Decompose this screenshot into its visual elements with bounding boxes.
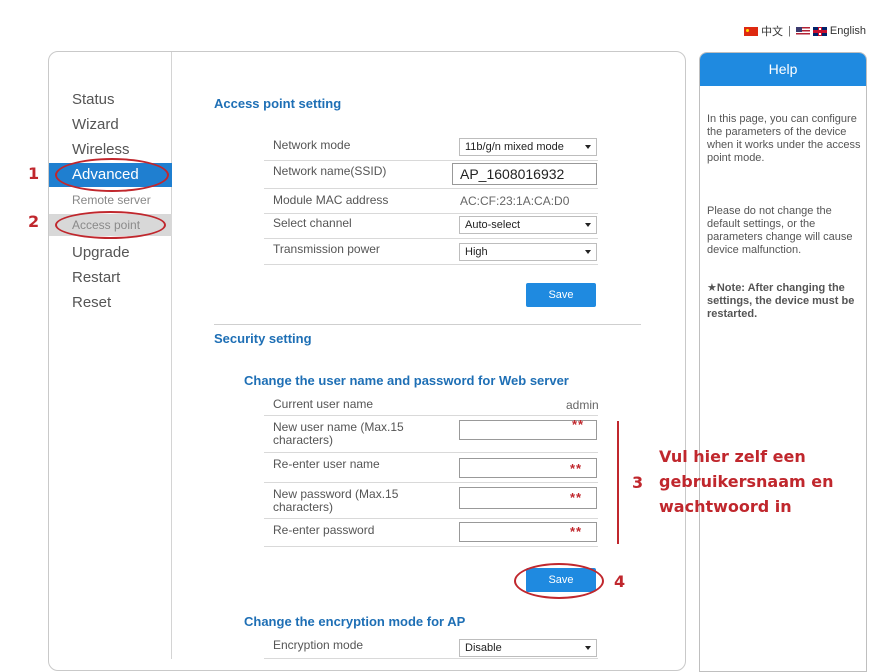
uk-flag-icon[interactable] [812, 26, 827, 36]
required-marker: ** [570, 461, 583, 476]
china-flag-icon[interactable] [744, 26, 759, 36]
nav-restart[interactable]: Restart [49, 266, 172, 290]
annotation-ellipse-advanced [55, 158, 169, 192]
encryption-value: Disable [465, 642, 502, 654]
help-paragraph-1: In this page, you can configure the para… [707, 113, 861, 164]
power-label: Transmission power [273, 242, 380, 256]
help-paragraph-2: Please do not change the default setting… [707, 205, 853, 256]
annotation-number-4: 4 [614, 572, 626, 591]
language-switcher: 中文 | English [744, 23, 866, 39]
chevron-down-icon [585, 250, 591, 254]
security-title: Security setting [214, 331, 312, 346]
network-mode-select[interactable]: 11b/g/n mixed mode [459, 138, 597, 156]
required-marker: ** [572, 417, 585, 432]
power-select[interactable]: High [459, 243, 597, 261]
annotation-line [617, 421, 619, 544]
annotation-ellipse-access-point [55, 211, 166, 239]
channel-label: Select channel [273, 216, 352, 230]
help-panel: Help In this page, you can configure the… [699, 52, 867, 672]
chinese-link[interactable]: 中文 [761, 23, 783, 39]
language-separator: | [788, 25, 791, 37]
new-password-label: New password (Max.15 characters) [273, 487, 399, 514]
annotation-number-2: 2 [28, 212, 40, 231]
channel-value: Auto-select [465, 219, 521, 231]
chevron-down-icon [585, 646, 591, 650]
chevron-down-icon [585, 223, 591, 227]
current-user-label: Current user name [273, 397, 374, 411]
section-divider [214, 324, 641, 325]
help-note: ★Note: After changing the settings, the … [707, 282, 855, 320]
power-value: High [465, 246, 488, 258]
ssid-input[interactable]: AP_1608016932 [452, 163, 597, 185]
current-user-value: admin [566, 398, 599, 412]
network-mode-value: 11b/g/n mixed mode [465, 141, 564, 153]
english-link[interactable]: English [830, 25, 866, 37]
mac-label: Module MAC address [273, 193, 389, 207]
nav-status[interactable]: Status [49, 88, 172, 112]
annotation-number-1: 1 [28, 164, 40, 183]
mac-value: AC:CF:23:1A:CA:D0 [460, 194, 570, 208]
access-point-save-button[interactable]: Save [526, 283, 596, 307]
nav-wizard[interactable]: Wizard [49, 113, 172, 137]
access-point-title: Access point setting [214, 96, 342, 111]
web-server-title: Change the user name and password for We… [244, 373, 569, 388]
encryption-title: Change the encryption mode for AP [244, 614, 466, 629]
channel-select[interactable]: Auto-select [459, 216, 597, 234]
encryption-label: Encryption mode [273, 638, 364, 652]
annotation-number-3: 3 [632, 473, 644, 492]
us-flag-icon[interactable] [795, 26, 810, 36]
required-marker: ** [570, 524, 583, 539]
required-marker: ** [570, 490, 583, 505]
ssid-label: Network name(SSID) [273, 164, 387, 178]
reenter-user-label: Re-enter user name [273, 457, 380, 471]
encryption-select[interactable]: Disable [459, 639, 597, 657]
current-user-row: Current user name [264, 394, 598, 416]
help-title: Help [700, 53, 866, 86]
reenter-password-label: Re-enter password [273, 523, 375, 537]
annotation-dutch-text: Vul hier zelf een gebruikersnaam en wach… [659, 447, 834, 516]
network-mode-label: Network mode [273, 138, 351, 152]
annotation-ellipse-save [514, 563, 604, 599]
nav-upgrade[interactable]: Upgrade [49, 241, 172, 265]
nav-remote-server[interactable]: Remote server [49, 189, 172, 211]
new-user-label: New user name (Max.15 characters) [273, 420, 404, 447]
nav-reset[interactable]: Reset [49, 291, 172, 315]
chevron-down-icon [585, 145, 591, 149]
